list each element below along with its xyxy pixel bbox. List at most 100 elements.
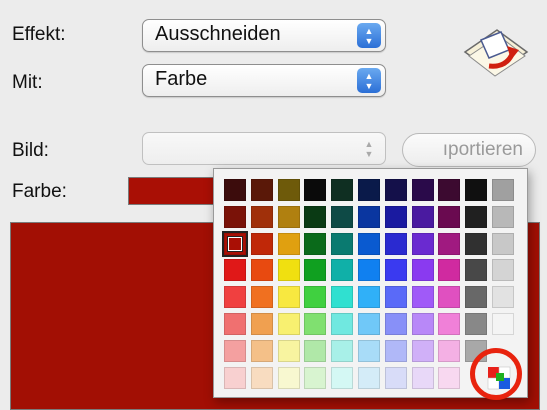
color-swatch[interactable] (438, 286, 461, 309)
color-swatch[interactable] (358, 313, 380, 335)
mit-label: Mit: (12, 72, 43, 93)
color-swatch[interactable] (465, 339, 488, 362)
color-swatch[interactable] (331, 259, 354, 282)
color-swatch[interactable] (277, 205, 300, 228)
color-swatch[interactable] (331, 179, 354, 201)
color-swatch[interactable] (411, 366, 434, 389)
color-swatch[interactable] (304, 313, 327, 335)
color-swatch[interactable] (358, 366, 380, 389)
color-swatch[interactable] (438, 232, 461, 255)
color-swatch[interactable] (331, 232, 354, 255)
color-swatch[interactable] (277, 232, 300, 255)
color-swatch[interactable] (304, 205, 327, 228)
up-down-arrows-icon: ▲ ▼ (364, 138, 374, 159)
color-swatch[interactable] (411, 205, 434, 228)
color-swatch[interactable] (304, 366, 327, 389)
color-swatch[interactable] (331, 286, 354, 309)
color-swatch[interactable] (384, 286, 407, 309)
bild-label: Bild: (12, 140, 49, 161)
mit-value: Farbe (155, 68, 208, 90)
color-swatch[interactable] (331, 205, 354, 228)
color-swatch[interactable] (384, 339, 407, 362)
up-down-arrows-icon: ▲ ▼ (357, 23, 381, 48)
color-swatch[interactable] (411, 286, 434, 309)
color-picker-icon[interactable] (486, 365, 512, 391)
color-swatch[interactable] (438, 313, 461, 335)
color-swatch[interactable] (411, 339, 434, 362)
color-swatch[interactable] (224, 366, 246, 389)
color-swatch[interactable] (358, 232, 380, 255)
color-swatch[interactable] (331, 366, 354, 389)
color-swatch[interactable] (224, 286, 246, 309)
effekt-label: Effekt: (12, 24, 66, 45)
color-swatch[interactable] (224, 339, 246, 362)
color-swatch[interactable] (358, 339, 380, 362)
color-swatch[interactable] (465, 232, 488, 255)
color-swatch[interactable] (438, 179, 461, 201)
mit-popup[interactable]: Farbe ▲ ▼ (142, 64, 386, 97)
color-swatch[interactable] (277, 366, 300, 389)
effekt-popup[interactable]: Ausschneiden ▲ ▼ (142, 19, 386, 52)
color-swatch[interactable] (304, 339, 327, 362)
color-swatch[interactable] (492, 259, 514, 282)
color-swatch[interactable] (304, 259, 327, 282)
farbe-label: Farbe: (12, 181, 67, 202)
color-swatch[interactable] (277, 339, 300, 362)
color-swatch[interactable] (224, 313, 246, 335)
up-down-arrows-icon: ▲ ▼ (357, 68, 381, 93)
effekt-value: Ausschneiden (155, 23, 281, 45)
color-swatch[interactable] (224, 205, 246, 228)
color-swatch[interactable] (438, 259, 461, 282)
color-swatch[interactable] (304, 179, 327, 201)
color-swatch[interactable] (277, 179, 300, 201)
color-swatch[interactable] (384, 313, 407, 335)
color-swatch[interactable] (358, 205, 380, 228)
color-swatch[interactable] (384, 179, 407, 201)
color-swatch[interactable] (492, 232, 514, 255)
color-swatch[interactable] (411, 313, 434, 335)
color-swatch[interactable] (224, 259, 246, 282)
color-swatch[interactable] (250, 366, 273, 389)
color-swatch[interactable] (465, 205, 488, 228)
color-swatch[interactable] (277, 286, 300, 309)
color-swatch[interactable] (465, 259, 488, 282)
color-swatch[interactable] (384, 259, 407, 282)
color-swatch[interactable] (277, 259, 300, 282)
color-swatch[interactable] (224, 179, 246, 201)
color-swatch[interactable] (492, 205, 514, 228)
bild-popup: ▲ ▼ (142, 132, 386, 165)
color-palette-popup (213, 168, 528, 398)
color-swatch[interactable] (492, 286, 514, 309)
color-swatch[interactable] (384, 205, 407, 228)
color-swatch[interactable] (277, 313, 300, 335)
color-swatch[interactable] (250, 313, 273, 335)
color-swatch[interactable] (331, 339, 354, 362)
color-swatch[interactable] (465, 313, 488, 335)
color-swatch[interactable] (384, 232, 407, 255)
color-swatch[interactable] (492, 179, 514, 201)
color-swatch[interactable] (358, 179, 380, 201)
color-swatch[interactable] (411, 232, 434, 255)
color-swatch[interactable] (384, 366, 407, 389)
color-swatch[interactable] (465, 286, 488, 309)
color-swatch[interactable] (358, 286, 380, 309)
color-swatch[interactable] (304, 286, 327, 309)
color-swatch[interactable] (358, 259, 380, 282)
color-swatch[interactable] (250, 259, 273, 282)
color-swatch[interactable] (250, 286, 273, 309)
color-swatch[interactable] (304, 232, 327, 255)
color-swatch[interactable] (411, 259, 434, 282)
color-swatch[interactable] (438, 366, 461, 389)
color-swatch[interactable] (250, 205, 273, 228)
color-swatch[interactable] (250, 232, 273, 255)
import-button: ıportieren (402, 133, 536, 167)
color-swatch[interactable] (250, 179, 273, 201)
color-swatch[interactable] (411, 179, 434, 201)
color-swatch[interactable] (222, 230, 248, 257)
color-swatch[interactable] (465, 179, 488, 201)
color-swatch[interactable] (331, 313, 354, 335)
color-swatch[interactable] (250, 339, 273, 362)
color-swatch[interactable] (438, 205, 461, 228)
color-swatch[interactable] (492, 313, 514, 335)
color-swatch[interactable] (438, 339, 461, 362)
